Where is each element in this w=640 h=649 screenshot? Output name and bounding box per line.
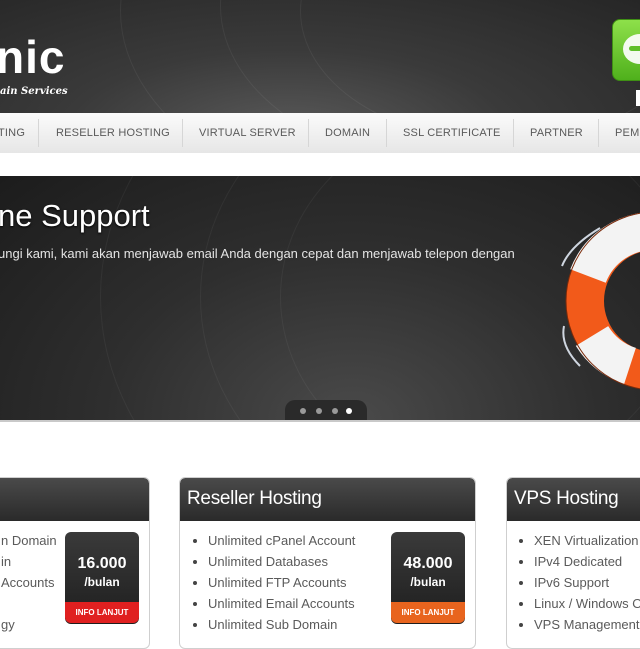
nav-item-hosting[interactable]: TING	[0, 127, 25, 139]
slider-dot-3[interactable]	[332, 408, 338, 414]
box-header	[0, 478, 149, 521]
slider-pagination	[285, 400, 367, 420]
nav-item-reseller-hosting[interactable]: RESELLER HOSTING	[56, 127, 170, 139]
site-logo-subtitle: ain Services	[0, 86, 68, 97]
feature-item: VPS Management	[519, 617, 640, 638]
box-header: VPS Hosting	[507, 478, 640, 521]
feature-item: IPv6 Support	[519, 575, 640, 596]
nav-item-partner[interactable]: PARTNER	[530, 127, 583, 139]
feature-item: Unlimited Databases	[193, 554, 355, 575]
feature-list: Unlimited cPanel Account Unlimited Datab…	[193, 533, 356, 638]
nav-divider	[386, 119, 387, 147]
feature-item: Accounts	[1, 575, 55, 590]
main-navigation: TING RESELLER HOSTING VIRTUAL SERVER DOM…	[0, 113, 640, 154]
bullet-icon	[519, 581, 523, 585]
bullet-icon	[193, 623, 197, 627]
feature-item: Unlimited cPanel Account	[193, 533, 356, 554]
price-amount: 48.000	[403, 555, 453, 572]
feature-item	[1, 596, 57, 617]
bullet-icon	[193, 602, 197, 606]
box-title: Reseller Hosting	[187, 488, 322, 509]
vps-hosting-box: VPS Hosting XEN Virtualization IPv4 Dedi…	[506, 477, 640, 649]
nav-item-domain[interactable]: DOMAIN	[325, 127, 370, 139]
feature-item: Linux / Windows O	[519, 596, 640, 617]
feature-text: Linux / Windows O	[534, 596, 640, 611]
header-swirl-decoration	[300, 0, 640, 113]
feature-item: Unlimited FTP Accounts	[193, 575, 355, 596]
feature-list: XEN Virtualization IPv4 Dedicated IPv6 S…	[519, 533, 640, 638]
slider-divider	[0, 420, 640, 422]
slide-description: ungi kami, kami akan menjawab email Anda…	[0, 246, 515, 261]
feature-item: Unlimited Email Accounts	[193, 596, 355, 617]
nav-item-virtual-server[interactable]: VIRTUAL SERVER	[199, 127, 296, 139]
reseller-hosting-box: Reseller Hosting Unlimited cPanel Accoun…	[179, 477, 476, 649]
nav-item-ssl-certificate[interactable]: SSL CERTIFICATE	[403, 127, 501, 139]
nav-divider	[598, 119, 599, 147]
nav-divider	[182, 119, 183, 147]
feature-text: Unlimited Databases	[208, 554, 328, 569]
price-amount: 16.000	[77, 555, 127, 572]
price-tag: 16.000 /bulan INFO LANJUT	[65, 532, 139, 624]
bullet-icon	[519, 560, 523, 564]
slider-dot-1[interactable]	[300, 408, 306, 414]
price-tag: 48.000 /bulan INFO LANJUT	[391, 532, 465, 624]
site-header: nic ain Services	[0, 0, 640, 113]
bullet-icon	[193, 560, 197, 564]
bullet-icon	[519, 602, 523, 606]
feature-text: Unlimited Sub Domain	[208, 617, 338, 632]
feature-text: IPv4 Dedicated	[534, 554, 623, 569]
box-title: VPS Hosting	[514, 488, 619, 509]
slider-dot-4[interactable]	[346, 408, 352, 414]
bullet-icon	[519, 623, 523, 627]
live-chat-badge[interactable]	[612, 19, 640, 81]
chat-icon	[623, 34, 640, 64]
nav-item-pembayaran[interactable]: PEMI	[615, 127, 640, 139]
bullet-icon	[193, 539, 197, 543]
feature-item: Unlimited Sub Domain	[193, 617, 355, 638]
feature-item: n Domain	[1, 533, 57, 548]
feature-text: Unlimited FTP Accounts	[208, 575, 347, 590]
info-lanjut-button[interactable]: INFO LANJUT	[391, 602, 465, 623]
hosting-box: n Domain in Accounts gy 16.000 /bulan IN…	[0, 477, 150, 649]
feature-item: XEN Virtualization	[519, 533, 640, 554]
slide-title: ne Support	[0, 198, 150, 233]
lifebuoy-icon	[561, 212, 640, 390]
feature-item: in	[1, 554, 12, 569]
nav-divider	[513, 119, 514, 147]
badge-tail-decoration	[636, 90, 640, 106]
info-lanjut-button[interactable]: INFO LANJUT	[65, 602, 139, 623]
feature-list: n Domain in Accounts gy	[1, 533, 57, 638]
price-unit: /bulan	[410, 575, 446, 589]
nav-divider	[308, 119, 309, 147]
feature-text: IPv6 Support	[534, 575, 610, 590]
bullet-icon	[193, 581, 197, 585]
slider-dot-2[interactable]	[316, 408, 322, 414]
feature-text: VPS Management	[534, 617, 640, 632]
feature-item: gy	[1, 617, 15, 632]
feature-item: IPv4 Dedicated	[519, 554, 640, 575]
price-unit: /bulan	[84, 575, 120, 589]
bullet-icon	[519, 539, 523, 543]
box-header: Reseller Hosting	[180, 478, 475, 521]
feature-text: Unlimited cPanel Account	[208, 533, 356, 548]
feature-text: Unlimited Email Accounts	[208, 596, 355, 611]
spacer	[0, 153, 640, 176]
nav-divider	[38, 119, 39, 147]
feature-text: XEN Virtualization	[534, 533, 639, 548]
site-logo[interactable]: nic	[0, 34, 65, 80]
hero-slider: ne Support ungi kami, kami akan menjawab…	[0, 176, 640, 420]
